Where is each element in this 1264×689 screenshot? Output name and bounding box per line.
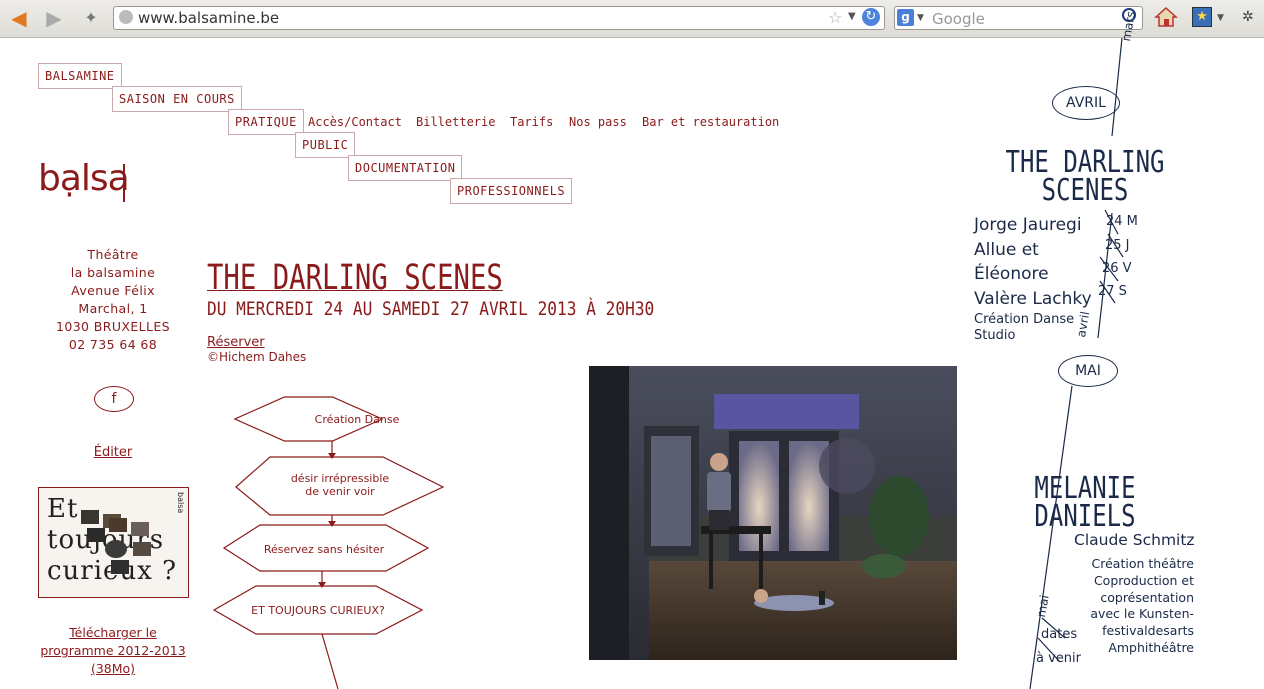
photo-credit: ©Hichem Dahes xyxy=(207,350,307,364)
globe-icon xyxy=(119,10,133,24)
nav-nos-pass[interactable]: Nos pass xyxy=(569,115,627,129)
agenda-info-line: coprésentation xyxy=(1100,589,1194,605)
agenda-type-line: Création Danse xyxy=(974,312,1075,327)
flow-label-curieux: ET TOUJOURS CURIEUX? xyxy=(251,604,385,617)
home-icon[interactable] xyxy=(1154,6,1178,28)
back-arrow-icon[interactable]: ◀ xyxy=(6,6,32,30)
addon-icon[interactable]: ✲ xyxy=(1242,9,1254,25)
reserve-link[interactable]: Réserver xyxy=(207,335,265,350)
theatre-address: Théâtre la balsamine Avenue Félix Marcha… xyxy=(38,246,188,354)
url-dropdown-icon[interactable]: ▼ xyxy=(848,11,856,22)
agenda-type-line: Studio xyxy=(974,328,1016,343)
search-input[interactable]: Google xyxy=(932,10,985,28)
nav-balsamine[interactable]: BALSAMINE xyxy=(38,63,122,89)
nav-public[interactable]: PUBLIC xyxy=(295,132,356,158)
agenda-show2-title-line[interactable]: DANIELS xyxy=(1017,502,1153,532)
facebook-icon[interactable]: f xyxy=(94,386,134,412)
agenda-date[interactable]: 26 V xyxy=(1102,261,1132,276)
download-line[interactable]: programme 2012-2013 xyxy=(38,642,188,660)
nav-acces-contact[interactable]: Accès/Contact xyxy=(308,115,402,129)
agenda-person: Jorge Jauregi xyxy=(974,215,1082,235)
promo-thumbnail xyxy=(105,540,127,558)
month-avril-badge: AVRIL xyxy=(1052,86,1120,120)
site-logo[interactable]: bạlsa xyxy=(38,158,130,199)
address-phone: 02 735 64 68 xyxy=(68,337,158,352)
address-line: Théâtre xyxy=(87,247,139,262)
promo-thumbnail xyxy=(87,528,105,542)
agenda-info-line: Coproduction et xyxy=(1093,572,1194,588)
nav-saison[interactable]: SAISON EN COURS xyxy=(112,86,242,112)
reload-icon[interactable]: ✦ xyxy=(78,6,104,30)
nav-pratique[interactable]: PRATIQUE xyxy=(228,109,304,135)
promo-thumbnail xyxy=(111,560,129,574)
agenda-show2-author: Claude Schmitz xyxy=(1074,531,1195,549)
show-photo[interactable] xyxy=(589,366,957,660)
address-line: 1030 BRUXELLES xyxy=(55,319,171,334)
flow-label-creation: Création Danse xyxy=(315,413,400,426)
agenda-info-line: festivaldesarts xyxy=(1102,623,1194,639)
agenda-show1-title-line[interactable]: SCENES xyxy=(1001,176,1169,206)
forward-arrow-icon[interactable]: ▶ xyxy=(41,6,67,30)
agenda-dates-label: dates xyxy=(1041,627,1078,642)
show-title[interactable]: THE DARLING SCENES xyxy=(207,258,503,298)
logo-cursor xyxy=(123,164,125,202)
promo-thumbnail xyxy=(109,518,127,532)
agenda-show1-people: Jorge Jauregi Allue et Éléonore Valère L… xyxy=(974,213,1092,311)
agenda-date[interactable]: 25 J xyxy=(1105,238,1130,253)
nav-bar-restauration[interactable]: Bar et restauration xyxy=(642,115,779,129)
nav-tarifs[interactable]: Tarifs xyxy=(510,115,553,129)
agenda-show1-type: Création Danse Studio xyxy=(974,312,1074,344)
agenda-person: Éléonore xyxy=(974,264,1049,284)
bookmarks-icon[interactable]: ★ xyxy=(1192,7,1212,27)
flow-label-reservez: Réservez sans hésiter xyxy=(264,543,385,556)
promo-thumbnail xyxy=(133,542,151,556)
google-icon[interactable]: g xyxy=(897,9,914,26)
flow-label-desir: désir irrépressible xyxy=(291,472,390,485)
agenda-date[interactable]: 27 S xyxy=(1098,284,1127,299)
nav-billetterie[interactable]: Billetterie xyxy=(416,115,495,129)
bookmark-star-icon[interactable]: ☆ xyxy=(828,8,842,27)
agenda-person: Valère Lachky xyxy=(974,288,1092,309)
address-line: Marchal, 1 xyxy=(78,301,148,316)
promo-thumbnail xyxy=(131,522,149,536)
download-programme-link[interactable]: Télécharger le programme 2012-2013 (38Mo… xyxy=(38,624,188,678)
edit-link[interactable]: Éditer xyxy=(38,445,188,460)
agenda-show2-info: Création théâtre Coproduction et coprése… xyxy=(1060,556,1194,657)
agenda-dates-label: à venir xyxy=(1036,651,1081,666)
address-line: Avenue Félix xyxy=(71,283,155,298)
agenda-person: Allue et xyxy=(974,239,1039,260)
download-line[interactable]: Télécharger le xyxy=(38,624,188,642)
promo-brand: balsa xyxy=(176,492,185,514)
flowchart: Création Danse désir irrépressible de ve… xyxy=(212,396,445,689)
refresh-icon[interactable]: ↻ xyxy=(862,8,880,26)
search-engine-dropdown-icon[interactable]: ▼ xyxy=(917,13,924,23)
bookmarks-dropdown-icon[interactable]: ▼ xyxy=(1217,13,1224,23)
download-line[interactable]: (38Mo) xyxy=(38,660,188,678)
agenda-info-line: Création théâtre xyxy=(1091,556,1195,571)
agenda-show1-title[interactable]: THE DARLING SCENES xyxy=(1001,148,1169,206)
agenda-date[interactable]: 24 M xyxy=(1106,214,1138,229)
month-mai-badge: MAI xyxy=(1058,355,1118,387)
url-text[interactable]: www.balsamine.be xyxy=(138,9,279,27)
promo-banner[interactable]: Et toujours curieux ? balsa xyxy=(38,487,189,598)
nav-documentation[interactable]: DOCUMENTATION xyxy=(348,155,463,181)
address-line: la balsamine xyxy=(70,265,156,280)
flow-label-venir: de venir voir xyxy=(305,485,375,498)
show-dates: DU MERCREDI 24 AU SAMEDI 27 AVRIL 2013 À… xyxy=(207,298,655,320)
agenda-info-line: avec le Kunsten- xyxy=(1090,606,1194,622)
promo-thumbnail xyxy=(81,510,99,524)
agenda-show2-title[interactable]: MELANIE DANIELS xyxy=(1017,474,1153,532)
nav-professionnels[interactable]: PROFESSIONNELS xyxy=(450,178,573,204)
